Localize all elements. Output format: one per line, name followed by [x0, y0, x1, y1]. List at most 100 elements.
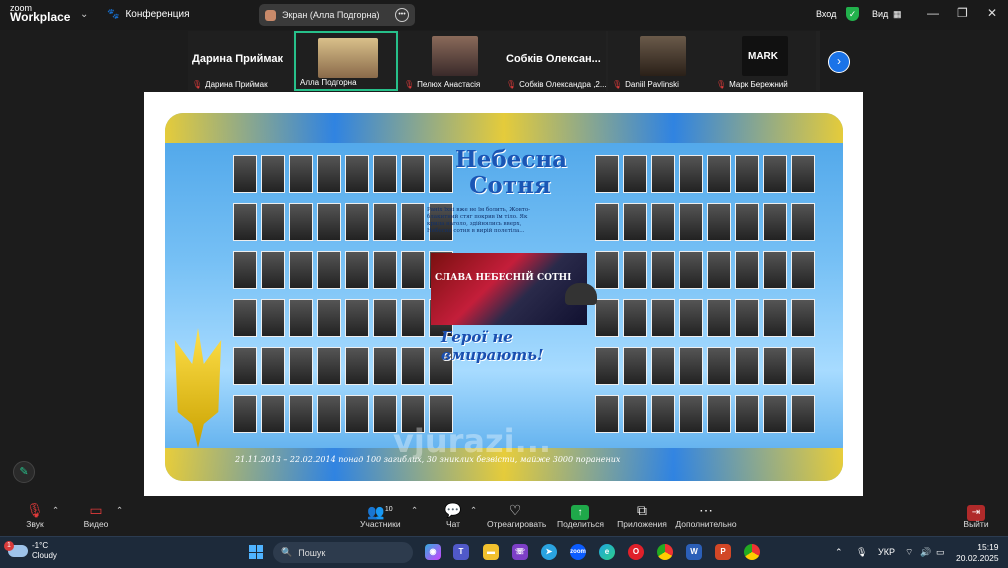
more-button[interactable]: ⋯ Дополнительно	[675, 501, 737, 529]
weather-temperature: -1°C	[32, 541, 49, 550]
wifi-icon[interactable]: ⌔	[905, 547, 913, 558]
portrait-photo	[261, 347, 285, 385]
video-button[interactable]: ▭ Видео	[82, 501, 110, 529]
portrait-photo	[289, 395, 313, 433]
teams-icon[interactable]: T	[453, 544, 469, 560]
portrait-photo	[763, 203, 787, 241]
opera-icon[interactable]: O	[628, 544, 644, 560]
poster-watermark: vjurazi...	[393, 422, 552, 460]
zoom-icon[interactable]: zoom	[570, 544, 586, 560]
portrait-photo	[763, 299, 787, 337]
minimize-icon[interactable]: —	[927, 6, 939, 20]
close-icon[interactable]: ✕	[987, 6, 997, 20]
chevron-up-icon[interactable]: ⌃	[52, 505, 59, 516]
clock-time: 15:19	[977, 542, 999, 552]
portrait-grid-left	[233, 155, 453, 439]
portrait-photo	[791, 395, 815, 433]
language-indicator[interactable]: УКР	[878, 547, 895, 557]
chevron-up-icon[interactable]: ⌃	[116, 505, 123, 516]
copilot-icon[interactable]: ◉	[425, 544, 441, 560]
share-pill-label: Экран (Алла Подгорна)	[282, 10, 380, 20]
more-options-icon[interactable]: •••	[395, 8, 409, 22]
annotate-pencil-icon[interactable]: ✎	[13, 461, 35, 483]
portrait-photo	[261, 251, 285, 289]
chevron-up-icon[interactable]: ⌃	[411, 505, 418, 516]
portrait-photo	[707, 203, 731, 241]
participant-label: 🎙 Дарина Приймак	[192, 80, 268, 89]
viber-icon[interactable]: ☏	[512, 544, 528, 560]
shield-check-icon[interactable]: ✓	[846, 7, 859, 21]
participant-label-text: Daniil Pavlinski	[625, 80, 679, 89]
react-button[interactable]: ♡ Отреагировать	[487, 501, 546, 529]
portrait-photo	[623, 155, 647, 193]
participant-label: 🎙 Марк Бережний	[716, 80, 788, 89]
view-button[interactable]: Вид	[872, 9, 888, 19]
portrait-photo	[345, 347, 369, 385]
portrait-photo	[651, 203, 675, 241]
participant-tile[interactable]: MARK 🎙 Марк Бережний	[712, 31, 816, 91]
file-explorer-icon[interactable]: ▬	[483, 544, 499, 560]
tryzub-emblem	[174, 328, 222, 448]
powerpoint-icon[interactable]: P	[715, 544, 731, 560]
participant-label-text: Дарина Приймак	[205, 80, 268, 89]
shared-poster-image: Небесна Сотня Раніх їхні вже не їм болит…	[165, 113, 843, 481]
portrait-photo	[373, 155, 397, 193]
participant-tile[interactable]: 🎙 Пелюх Анастасія	[400, 31, 504, 91]
portrait-photo	[373, 299, 397, 337]
sound-button[interactable]: 🎙 Звук	[22, 501, 48, 529]
portrait-photo	[735, 395, 759, 433]
chevron-up-icon[interactable]: ⌃	[470, 505, 477, 516]
portrait-photo	[289, 299, 313, 337]
edge-icon[interactable]: e	[599, 544, 615, 560]
portrait-photo	[233, 395, 257, 433]
login-button[interactable]: Вход	[816, 9, 836, 19]
video-off-icon: ▭	[89, 502, 103, 518]
portrait-photo	[233, 203, 257, 241]
portrait-photo	[289, 347, 313, 385]
portrait-photo	[345, 155, 369, 193]
portrait-photo	[429, 155, 453, 193]
participant-tile-active[interactable]: Алла Подгорна	[294, 31, 398, 91]
weather-widget[interactable]: 1 -1°C Cloudy	[4, 541, 57, 561]
next-page-button[interactable]: ›	[828, 51, 850, 73]
portrait-photo	[623, 251, 647, 289]
apps-button[interactable]: ⧉ Приложения	[617, 501, 667, 529]
battery-icon[interactable]: ▭	[936, 547, 945, 558]
participants-button[interactable]: 👥10 Участники	[360, 501, 401, 529]
participant-label-text: Пелюх Анастасія	[417, 80, 481, 89]
portrait-photo	[651, 347, 675, 385]
share-button[interactable]: ↑ Поделиться	[557, 501, 604, 529]
mic-off-icon: 🎙	[612, 80, 623, 89]
chat-button[interactable]: 💬 Чат	[443, 501, 463, 529]
chat-label: Чат	[445, 519, 461, 529]
portrait-photo	[735, 347, 759, 385]
microphone-icon[interactable]: 🎙	[856, 547, 867, 558]
chevron-up-icon[interactable]: ⌃	[835, 547, 843, 558]
mic-off-icon: 🎙	[716, 80, 727, 89]
clock[interactable]: 15:19 20.02.2025	[956, 542, 999, 564]
word-icon[interactable]: W	[686, 544, 702, 560]
participant-tile[interactable]: Дарина Приймак 🎙 Дарина Приймак	[188, 31, 292, 91]
leave-button[interactable]: ⇥ Выйти	[962, 501, 990, 529]
portrait-photo	[233, 251, 257, 289]
chrome-icon[interactable]	[657, 544, 673, 560]
participant-tile[interactable]: 🎙 Daniil Pavlinski	[608, 31, 712, 91]
participant-label-text: Алла Подгорна	[300, 78, 357, 87]
participant-tile[interactable]: Собків Олексан... 🎙 Собків Олександра ,2.…	[502, 31, 606, 91]
conference-button[interactable]: 🐾 Конференция	[107, 9, 190, 20]
taskbar-search[interactable]: 🔍 Пошук	[273, 542, 413, 563]
grid-view-icon[interactable]: ▦	[893, 9, 902, 20]
maximize-icon[interactable]: ❐	[957, 6, 968, 20]
screen-share-pill[interactable]: Экран (Алла Подгорна) •••	[259, 4, 415, 26]
telegram-icon[interactable]: ➤	[541, 544, 557, 560]
portrait-photo	[373, 347, 397, 385]
participant-name-large: MARK	[748, 51, 778, 62]
portrait-photo	[763, 155, 787, 193]
chevron-down-icon[interactable]: ⌄	[80, 9, 88, 20]
chrome-profile-icon[interactable]	[744, 544, 760, 560]
chat-icon: 💬	[444, 502, 462, 518]
volume-icon[interactable]: 🔊	[920, 547, 931, 558]
portrait-photo	[261, 155, 285, 193]
start-icon[interactable]	[249, 545, 263, 559]
participant-label: Алла Подгорна	[300, 78, 357, 87]
